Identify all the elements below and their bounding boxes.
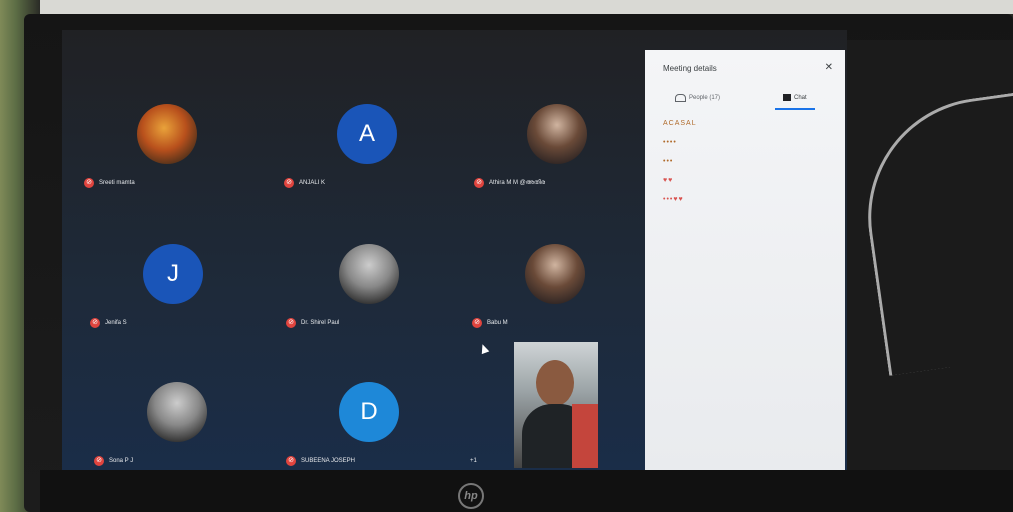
participant-name: Dr. Shirel Paul xyxy=(301,320,340,326)
self-video-preview[interactable] xyxy=(514,342,598,468)
participant-tile[interactable]: ⊘ Sreeti mamta xyxy=(72,66,262,196)
self-face xyxy=(536,360,574,406)
mic-muted-icon: ⊘ xyxy=(94,456,104,466)
message-emoji: ♥♥ xyxy=(663,177,674,184)
participant-tile[interactable]: ⊘ Dr. Shirel Paul xyxy=(274,206,464,336)
participant-avatar xyxy=(339,244,399,304)
people-icon xyxy=(675,94,686,102)
self-background xyxy=(572,404,598,468)
participant-avatar: D xyxy=(339,382,399,442)
participant-avatar xyxy=(147,382,207,442)
mic-muted-icon: ⊘ xyxy=(284,178,294,188)
mic-muted-icon: ⊘ xyxy=(286,456,296,466)
participant-name: Babu M xyxy=(487,320,508,326)
participant-tile[interactable]: ⊘ Sona P J xyxy=(82,344,272,474)
meeting-details-panel: Meeting details ✕ People (17) Chat ACASA… xyxy=(645,50,845,470)
participant-avatar: A xyxy=(337,104,397,164)
participant-tile[interactable]: ⊘ Babu M xyxy=(460,206,650,336)
meeting-screen: ⊘ Sreeti mamta A ⊘ ANJALI K ⊘ Athira M M… xyxy=(62,30,847,470)
participant-name: Sreeti mamta xyxy=(99,180,135,186)
participant-tile[interactable]: D ⊘ SUBEENA JOSEPH xyxy=(274,344,464,474)
chat-message: •••• xyxy=(663,139,833,146)
mic-muted-icon: ⊘ xyxy=(474,178,484,188)
wall-background xyxy=(0,0,1013,14)
chat-message: ACASAL xyxy=(663,120,833,127)
more-participants-badge[interactable]: +1 xyxy=(470,458,477,464)
chat-message: ♥♥ xyxy=(663,177,833,184)
close-icon[interactable]: ✕ xyxy=(825,62,833,73)
panel-title: Meeting details xyxy=(663,64,717,73)
tab-people-label: People (17) xyxy=(689,95,721,101)
participant-avatar xyxy=(525,244,585,304)
participant-avatar xyxy=(527,104,587,164)
tab-people[interactable]: People (17) xyxy=(675,94,720,102)
message-emoji: ••• xyxy=(663,158,674,165)
participant-tile[interactable]: A ⊘ ANJALI K xyxy=(272,66,462,196)
message-emoji: •••♥♥ xyxy=(663,196,684,203)
monitor-bottom-bezel xyxy=(40,470,1013,512)
participant-tile[interactable]: J ⊘ Jenifa S xyxy=(78,206,268,336)
message-emoji: ACASAL xyxy=(663,120,697,127)
participant-name: Sona P J xyxy=(109,458,134,464)
hp-logo: hp xyxy=(458,483,484,509)
participant-name: SUBEENA JOSEPH xyxy=(301,458,356,464)
participant-avatar: J xyxy=(143,244,203,304)
mic-muted-icon: ⊘ xyxy=(286,318,296,328)
tab-chat[interactable]: Chat xyxy=(783,94,807,101)
message-emoji: •••• xyxy=(663,139,677,146)
participant-avatar xyxy=(137,104,197,164)
participant-tile[interactable]: ⊘ Athira M M @അതിര xyxy=(462,66,652,196)
active-tab-indicator xyxy=(775,108,815,110)
mic-muted-icon: ⊘ xyxy=(90,318,100,328)
chat-message: ••• xyxy=(663,158,833,165)
mic-muted-icon: ⊘ xyxy=(84,178,94,188)
participant-name: Athira M M @അതിര xyxy=(489,179,546,186)
participant-name: Jenifa S xyxy=(105,320,127,326)
tab-chat-label: Chat xyxy=(794,94,807,101)
chat-message: •••♥♥ xyxy=(663,196,833,203)
chat-icon xyxy=(783,94,791,101)
mouse-cursor xyxy=(478,342,490,355)
chat-message-list: ACASAL •••• ••• ♥♥ •••♥♥ xyxy=(663,116,833,215)
participant-name: ANJALI K xyxy=(299,180,326,186)
mic-muted-icon: ⊘ xyxy=(472,318,482,328)
